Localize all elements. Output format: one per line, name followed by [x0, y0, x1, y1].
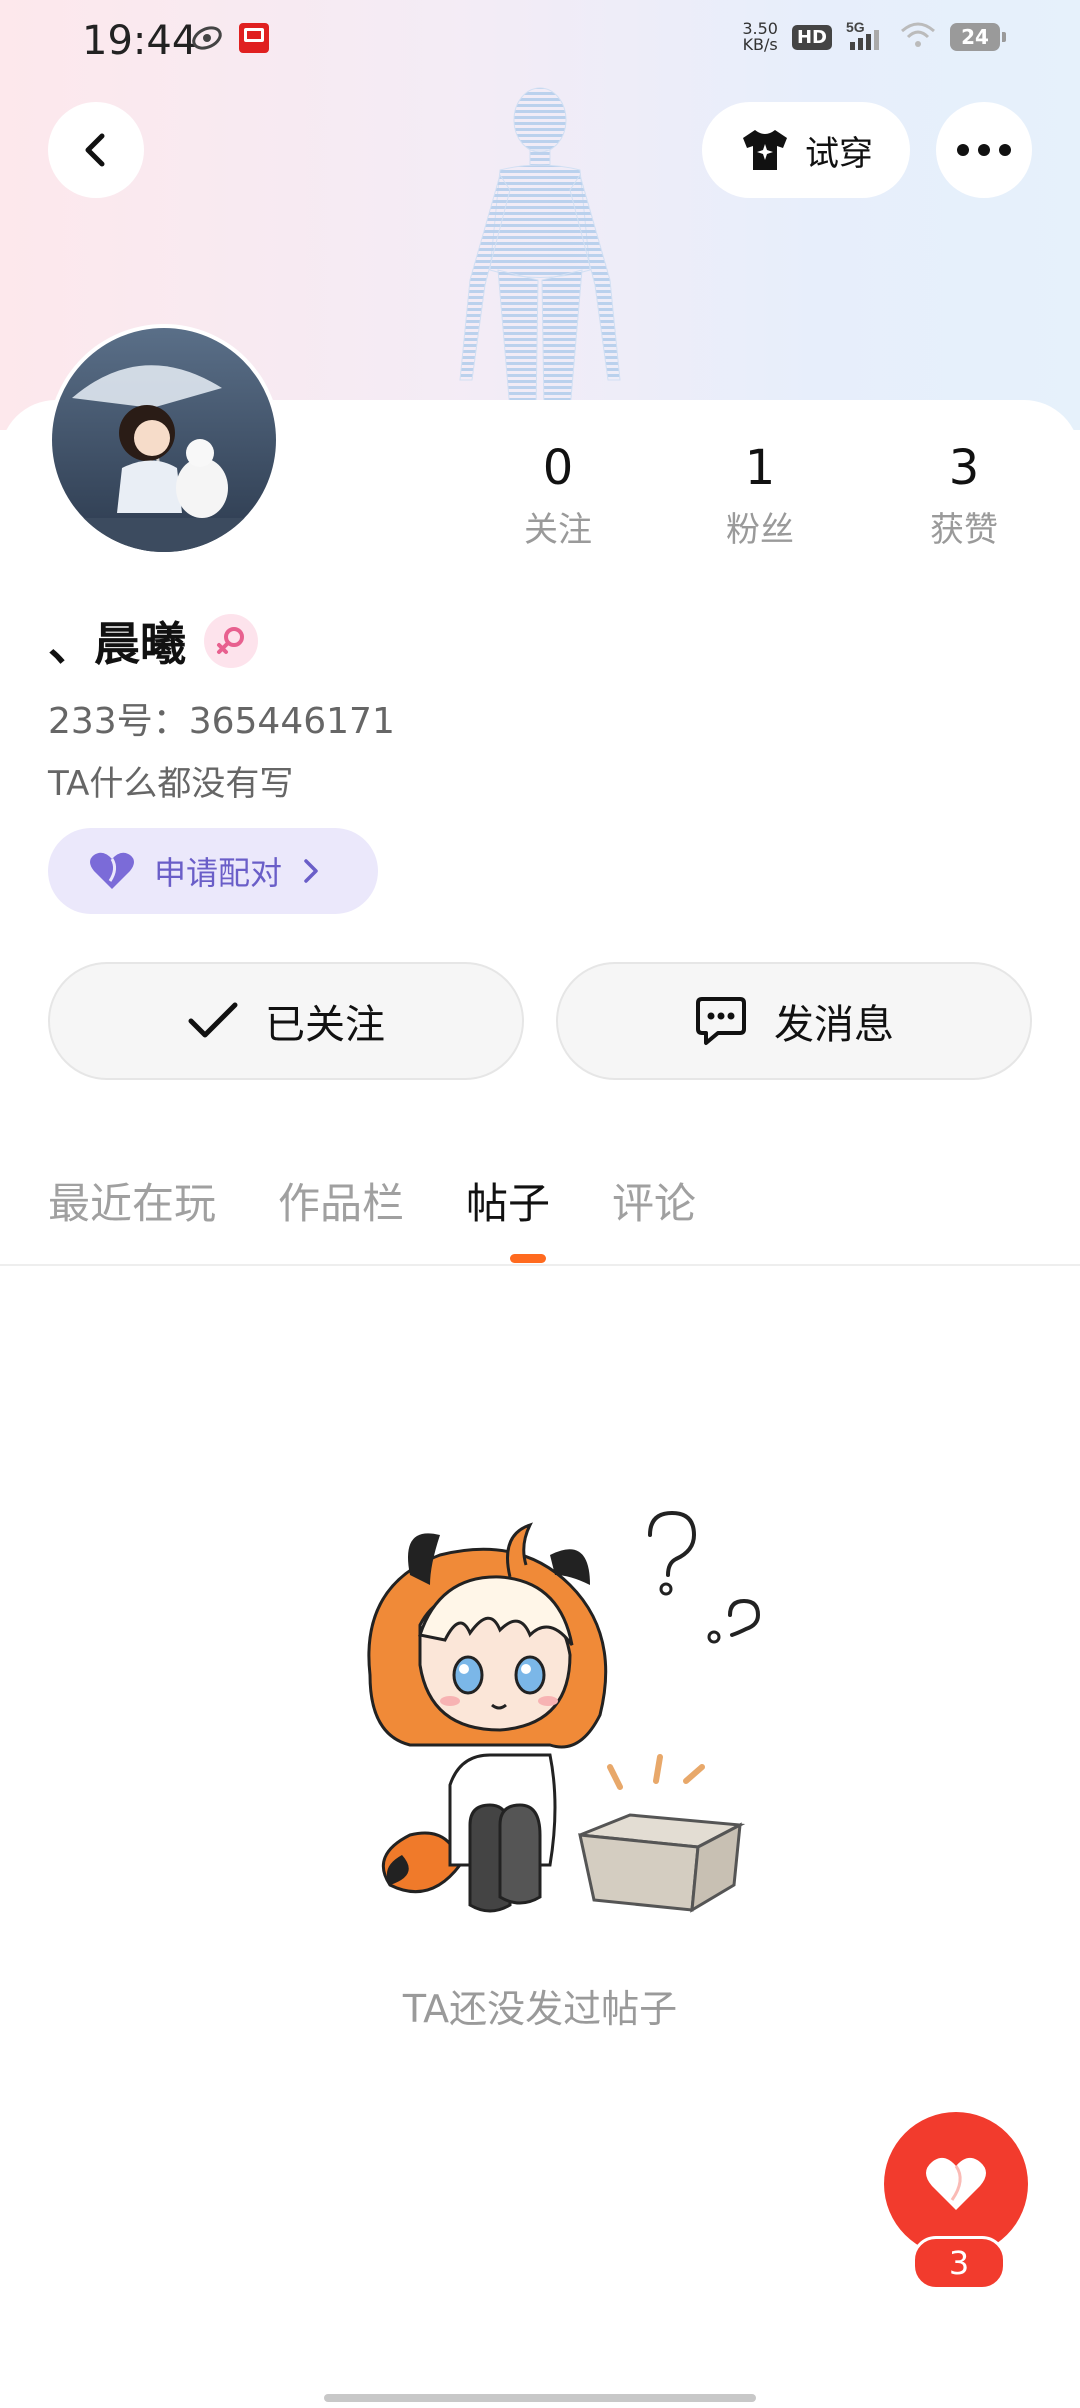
- profile-avatar[interactable]: [48, 324, 280, 556]
- fans-count: 1: [744, 440, 776, 496]
- try-on-button[interactable]: 试穿: [702, 102, 910, 198]
- followed-button[interactable]: 已关注: [48, 962, 524, 1080]
- try-on-label: 试穿: [805, 133, 873, 174]
- female-gender-icon: [204, 614, 258, 668]
- tab-comments[interactable]: 评论: [612, 1170, 696, 1231]
- tab-works[interactable]: 作品栏: [278, 1170, 404, 1231]
- empty-state-text: TA还没发过帖子: [402, 1987, 678, 2031]
- home-indicator[interactable]: [324, 2394, 756, 2402]
- empty-state-illustration: [367, 1510, 761, 1913]
- wifi-icon: [900, 21, 936, 53]
- status-bar: 19:44 3.50 KB/s HD 5G 24: [0, 0, 1080, 84]
- name-row: 、晨曦: [48, 608, 258, 674]
- send-message-button[interactable]: 发消息: [556, 962, 1032, 1080]
- status-time: 19:44: [82, 18, 198, 64]
- profile-tabs: 最近在玩 作品栏 帖子 评论: [48, 1170, 696, 1231]
- chat-bubble-icon: [696, 997, 746, 1045]
- more-dots-icon: [957, 144, 1011, 156]
- like-count-badge: 3: [912, 2236, 1006, 2290]
- user-bio: TA什么都没有写: [48, 764, 294, 804]
- stat-likes[interactable]: 3 获赞: [884, 440, 1044, 551]
- net-speed: 3.50 KB/s: [742, 19, 778, 54]
- battery-indicator: 24: [950, 23, 1006, 51]
- status-left-icons: [190, 22, 270, 58]
- following-count: 0: [542, 440, 574, 496]
- active-tab-indicator: [510, 1254, 546, 1263]
- user-name: 、晨曦: [48, 617, 186, 671]
- likes-label: 获赞: [930, 510, 998, 550]
- apply-pair-button[interactable]: 申请配对: [48, 828, 378, 914]
- app-notification-icon: [190, 24, 224, 56]
- likes-count: 3: [948, 440, 980, 496]
- status-right-icons: 3.50 KB/s HD 5G 24: [742, 19, 1006, 54]
- fans-label: 粉丝: [726, 510, 794, 550]
- followed-label: 已关注: [265, 1002, 385, 1048]
- following-label: 关注: [524, 510, 592, 550]
- chevron-right-icon: [304, 859, 318, 883]
- stat-following[interactable]: 0 关注: [478, 440, 638, 551]
- hd-badge: HD: [791, 24, 832, 50]
- tabs-divider: [0, 1264, 1080, 1266]
- back-arrow-icon: [85, 133, 105, 167]
- checkmark-icon: [188, 1002, 238, 1038]
- tab-posts[interactable]: 帖子: [466, 1170, 550, 1231]
- svg-text:5G: 5G: [846, 20, 865, 35]
- purple-heart-icon: [90, 852, 134, 889]
- send-message-label: 发消息: [774, 1002, 894, 1048]
- more-button[interactable]: [936, 102, 1032, 198]
- like-button[interactable]: [884, 2112, 1028, 2256]
- stat-fans[interactable]: 1 粉丝: [680, 440, 840, 551]
- dressup-figure[interactable]: [440, 80, 640, 410]
- apply-pair-label: 申请配对: [154, 854, 283, 892]
- tshirt-icon: [743, 130, 787, 170]
- taobao-notification-icon: [238, 22, 270, 58]
- back-button[interactable]: [48, 102, 144, 198]
- user-id: 233号：365446171: [48, 701, 395, 742]
- heart-icon: [926, 2157, 986, 2210]
- tab-recently-played[interactable]: 最近在玩: [48, 1170, 216, 1231]
- signal-icon: 5G: [846, 19, 886, 54]
